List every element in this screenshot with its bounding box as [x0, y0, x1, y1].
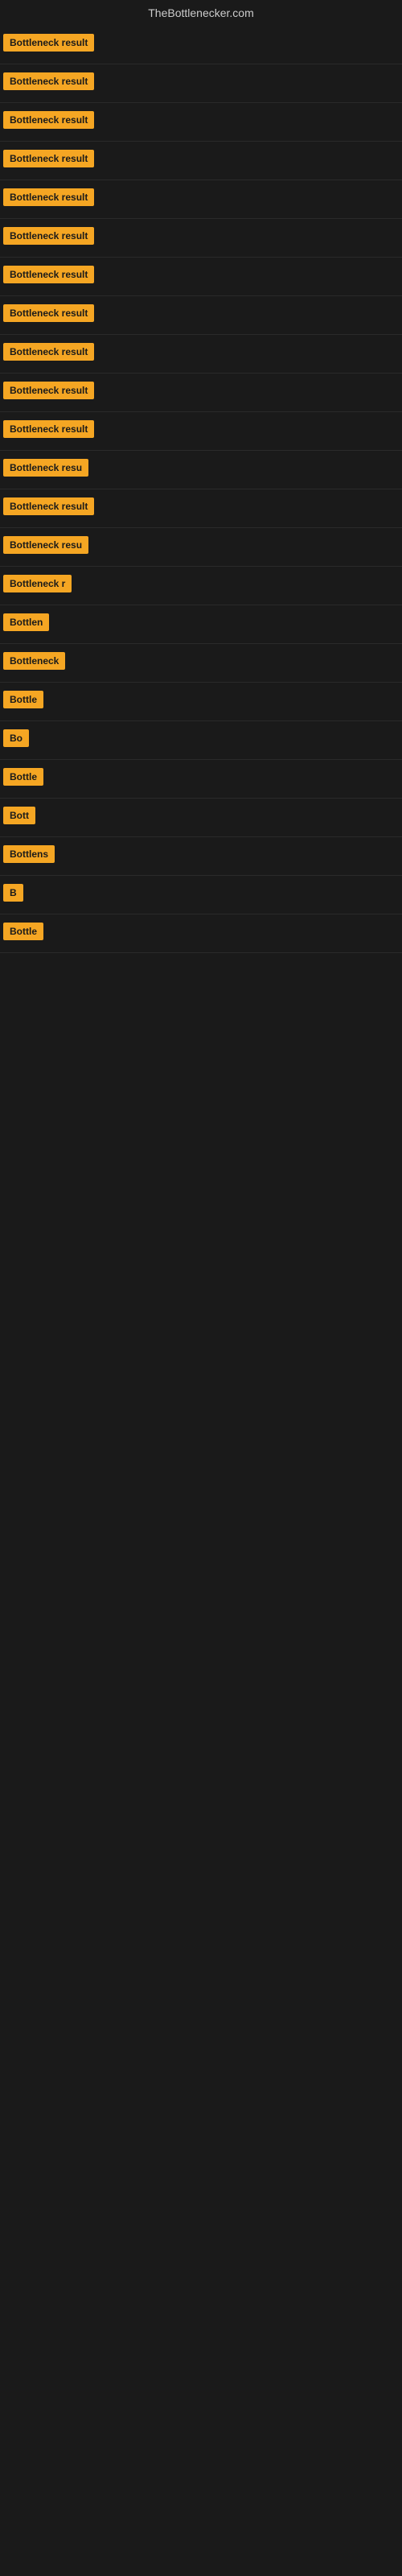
bottleneck-result-badge: Bottleneck result	[3, 497, 94, 515]
bottleneck-result-badge: Bottle	[3, 768, 43, 786]
list-item[interactable]: Bottleneck result	[0, 219, 402, 258]
site-title: TheBottlenecker.com	[0, 0, 402, 26]
rows-container: Bottleneck result Bottleneck result Bottle…	[0, 26, 402, 953]
list-item[interactable]: Bottleneck resu	[0, 451, 402, 489]
list-item[interactable]: Bottlens	[0, 837, 402, 876]
bottleneck-result-badge: Bottleneck result	[3, 420, 94, 438]
bottleneck-result-badge: Bottleneck	[3, 652, 65, 670]
list-item[interactable]: Bottleneck result	[0, 489, 402, 528]
list-item[interactable]: Bottleneck result	[0, 64, 402, 103]
list-item[interactable]: Bottle	[0, 760, 402, 799]
bottleneck-result-badge: Bottleneck result	[3, 382, 94, 399]
list-item[interactable]: Bottleneck r	[0, 567, 402, 605]
list-item[interactable]: Bottleneck result	[0, 26, 402, 64]
bottleneck-result-badge: Bottleneck result	[3, 343, 94, 361]
list-item[interactable]: Bottleneck result	[0, 374, 402, 412]
list-item[interactable]: Bottleneck result	[0, 103, 402, 142]
bottleneck-result-badge: Bott	[3, 807, 35, 824]
list-item[interactable]: Bottleneck result	[0, 412, 402, 451]
bottleneck-result-badge: Bo	[3, 729, 29, 747]
bottleneck-result-badge: Bottlens	[3, 845, 55, 863]
list-item[interactable]: Bottleneck result	[0, 258, 402, 296]
list-item[interactable]: Bottleneck	[0, 644, 402, 683]
bottleneck-result-badge: Bottle	[3, 691, 43, 708]
bottleneck-result-badge: Bottleneck result	[3, 266, 94, 283]
bottleneck-result-badge: Bottleneck result	[3, 188, 94, 206]
list-item[interactable]: Bottleneck resu	[0, 528, 402, 567]
bottleneck-result-badge: Bottleneck result	[3, 111, 94, 129]
bottleneck-result-badge: Bottleneck r	[3, 575, 72, 592]
bottleneck-result-badge: Bottleneck result	[3, 150, 94, 167]
bottleneck-result-badge: Bottle	[3, 923, 43, 940]
list-item[interactable]: Bottleneck result	[0, 296, 402, 335]
list-item[interactable]: Bottleneck result	[0, 335, 402, 374]
list-item[interactable]: Bottleneck result	[0, 142, 402, 180]
bottleneck-result-badge: Bottleneck resu	[3, 459, 88, 477]
bottleneck-result-badge: Bottleneck result	[3, 72, 94, 90]
bottleneck-result-badge: B	[3, 884, 23, 902]
bottleneck-result-badge: Bottleneck result	[3, 34, 94, 52]
bottleneck-result-badge: Bottleneck result	[3, 227, 94, 245]
list-item[interactable]: Bo	[0, 721, 402, 760]
bottleneck-result-badge: Bottlen	[3, 613, 49, 631]
list-item[interactable]: Bottle	[0, 683, 402, 721]
site-header: TheBottlenecker.com	[0, 0, 402, 26]
list-item[interactable]: Bottleneck result	[0, 180, 402, 219]
list-item[interactable]: B	[0, 876, 402, 914]
list-item[interactable]: Bottle	[0, 914, 402, 953]
list-item[interactable]: Bottlen	[0, 605, 402, 644]
bottleneck-result-badge: Bottleneck result	[3, 304, 94, 322]
list-item[interactable]: Bott	[0, 799, 402, 837]
bottleneck-result-badge: Bottleneck resu	[3, 536, 88, 554]
